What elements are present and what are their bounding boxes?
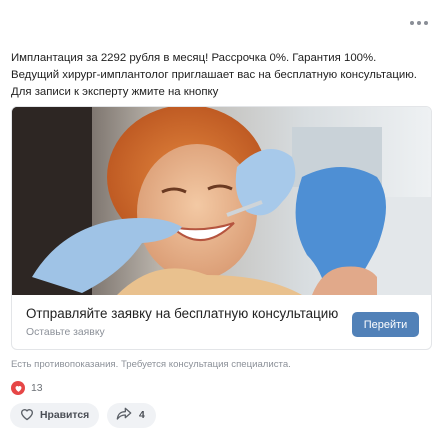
disclaimer: Есть противопоказания. Требуется консуль… xyxy=(11,359,291,370)
reaction-count: 13 xyxy=(31,382,43,394)
like-button[interactable]: Нравится xyxy=(10,403,99,428)
go-button[interactable]: Перейти xyxy=(352,312,419,337)
share-arrow-icon xyxy=(116,406,132,425)
more-options-button[interactable] xyxy=(410,18,428,28)
post-text: Имплантация за 2292 рубля в месяц! Расср… xyxy=(11,52,417,98)
reactions-summary[interactable]: 13 xyxy=(11,381,43,395)
ad-post: Имплантация за 2292 рубля в месяц! Расср… xyxy=(0,0,438,438)
card-title[interactable]: Отправляйте заявку на бесплатную консуль… xyxy=(26,306,338,321)
more-horizontal-icon-dot xyxy=(424,21,428,25)
more-horizontal-icon-dot xyxy=(417,21,421,25)
share-count: 4 xyxy=(139,410,145,421)
ad-card[interactable]: Отправляйте заявку на бесплатную консуль… xyxy=(11,106,432,350)
ad-photo[interactable] xyxy=(12,107,431,295)
card-subtitle: Оставьте заявку xyxy=(26,327,105,338)
like-label: Нравится xyxy=(40,410,90,421)
heart-icon xyxy=(11,381,25,395)
heart-outline-icon xyxy=(19,406,35,426)
share-button[interactable]: 4 xyxy=(107,403,156,428)
post-actions: Нравится 4 xyxy=(10,403,156,428)
more-horizontal-icon xyxy=(410,21,414,25)
